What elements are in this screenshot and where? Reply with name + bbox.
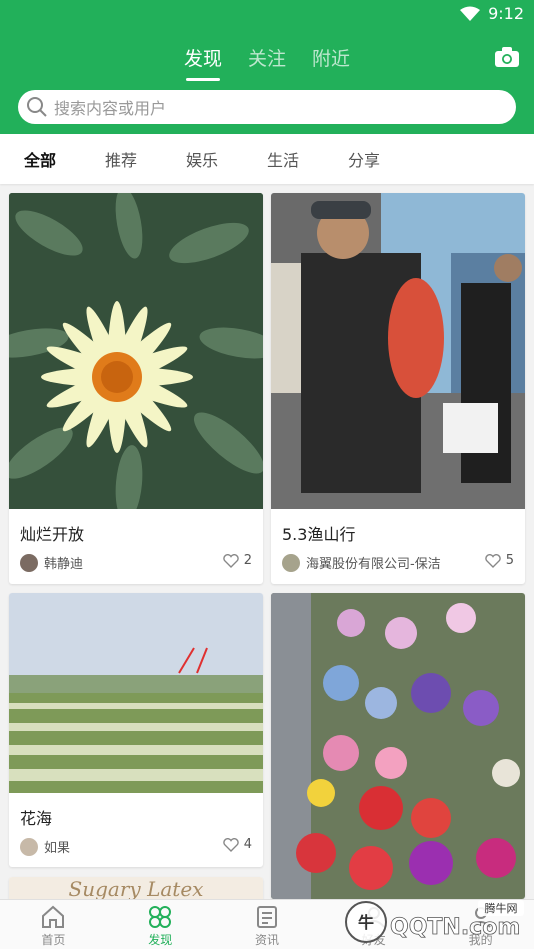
like-count: 4: [243, 837, 252, 852]
heart-icon: [485, 553, 501, 568]
search-bar[interactable]: 搜索内容或用户: [18, 90, 516, 124]
app-header: 9:12 发现 关注 附近 搜索内容或用户: [0, 0, 534, 134]
post-image: [9, 593, 263, 793]
post-author[interactable]: 韩静迪: [20, 553, 83, 572]
search-placeholder: 搜索内容或用户: [54, 99, 167, 118]
tab-following[interactable]: 关注: [248, 44, 286, 81]
category-bar: 全部 推荐 娱乐 生活 分享: [0, 134, 534, 184]
top-tabs: 发现 关注 附近: [0, 44, 534, 81]
status-time: 9:12: [488, 4, 524, 23]
author-name: 韩静迪: [44, 557, 84, 572]
like-count: 5: [505, 553, 514, 568]
svg-text:牛: 牛: [358, 913, 374, 932]
post-author[interactable]: 如果: [20, 837, 70, 856]
avatar: [20, 837, 38, 856]
post-card[interactable]: 5.3渔山行 海翼股份有限公司-保洁 5: [271, 193, 525, 584]
tab-nearby[interactable]: 附近: [312, 44, 350, 81]
watermark-logo: 牛 QQTN.com 腾牛网: [342, 898, 528, 946]
tab-discover[interactable]: 发现: [184, 44, 222, 81]
post-title: 5.3渔山行: [282, 525, 356, 544]
like-count: 2: [243, 553, 252, 568]
avatar: [282, 553, 300, 572]
status-bar: 9:12: [0, 0, 534, 30]
nav-home[interactable]: 首页: [0, 900, 107, 949]
nav-label: 首页: [41, 933, 66, 947]
like-button[interactable]: 5: [485, 553, 514, 568]
post-card[interactable]: [271, 593, 525, 899]
post-title: 灿烂开放: [20, 525, 85, 544]
post-image-text: Sugary Latex: [68, 877, 204, 899]
camera-icon[interactable]: [494, 46, 520, 68]
clover-icon: [149, 906, 172, 928]
post-image: [271, 193, 525, 509]
category-recommend[interactable]: 推荐: [105, 147, 186, 171]
author-name: 如果: [44, 841, 71, 856]
nav-label: 发现: [148, 933, 173, 947]
post-card[interactable]: 灿烂开放 韩静迪 2: [9, 193, 263, 584]
nav-label: 资讯: [254, 933, 279, 947]
category-life[interactable]: 生活: [267, 147, 348, 171]
category-entertainment[interactable]: 娱乐: [186, 147, 267, 171]
category-all[interactable]: 全部: [24, 147, 105, 171]
post-card[interactable]: Sugary Latex: [9, 877, 263, 899]
nav-discover[interactable]: 发现: [107, 900, 214, 949]
news-icon: [256, 906, 277, 928]
nav-news[interactable]: 资讯: [214, 900, 321, 949]
author-name: 海翼股份有限公司-保洁: [306, 557, 441, 572]
post-image: Sugary Latex: [9, 877, 263, 899]
post-card[interactable]: 花海 如果 4: [9, 593, 263, 867]
like-button[interactable]: 2: [223, 553, 252, 568]
category-share[interactable]: 分享: [348, 147, 429, 171]
heart-icon: [223, 553, 239, 568]
post-author[interactable]: 海翼股份有限公司-保洁: [282, 553, 441, 572]
post-image: [271, 593, 525, 899]
avatar: [20, 553, 38, 572]
home-icon: [42, 905, 65, 928]
heart-icon: [223, 837, 239, 852]
like-button[interactable]: 4: [223, 837, 252, 852]
post-image: [9, 193, 263, 509]
post-title: 花海: [20, 809, 53, 828]
search-icon: [27, 97, 47, 117]
wifi-icon: [460, 6, 481, 21]
watermark-badge: 腾牛网: [485, 901, 518, 915]
watermark-text: QQTN.com: [390, 915, 520, 940]
